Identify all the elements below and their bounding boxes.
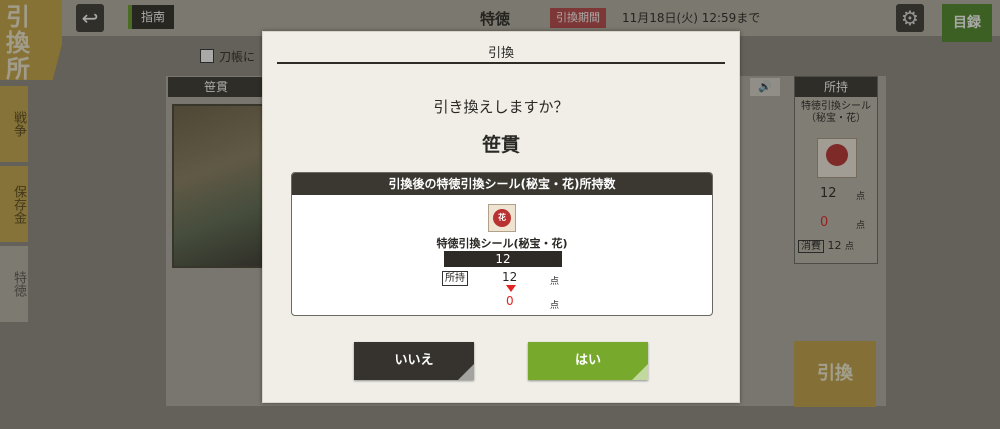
held-label: 所持 (442, 271, 468, 286)
after-unit: 点 (550, 301, 560, 311)
cost-value: 12 (444, 251, 562, 267)
holding-info-header: 引換後の特徳引換シール(秘宝・花)所持数 (292, 173, 712, 195)
no-button[interactable]: いいえ (354, 342, 474, 380)
held-unit: 点 (550, 277, 560, 287)
holding-info-box: 引換後の特徳引換シール(秘宝・花)所持数 花 特徳引換シール(秘宝・花) 12 … (291, 172, 713, 316)
cost-unit: 点 (550, 258, 560, 268)
no-button-label: いいえ (394, 353, 434, 368)
dialog-title: 引換 (487, 46, 514, 61)
confirm-dialog: 引換 引き換えしますか？ 笹貫 引換後の特徳引換シール(秘宝・花)所持数 花 特… (262, 31, 740, 403)
decrease-arrow-icon (506, 285, 516, 292)
held-value: 12 (502, 270, 518, 284)
after-value: 0 (506, 294, 514, 308)
dialog-question: 引き換えしますか？ (433, 98, 569, 116)
seal-icon: 花 (488, 204, 516, 232)
target-name: 笹貫 (481, 134, 520, 156)
yes-button[interactable]: はい (528, 342, 648, 380)
dialog-divider (277, 62, 725, 64)
corner-decoration (458, 364, 474, 380)
yes-button-label: はい (574, 353, 601, 368)
corner-decoration (632, 364, 648, 380)
item-name: 特徳引換シール(秘宝・花) (436, 237, 568, 250)
